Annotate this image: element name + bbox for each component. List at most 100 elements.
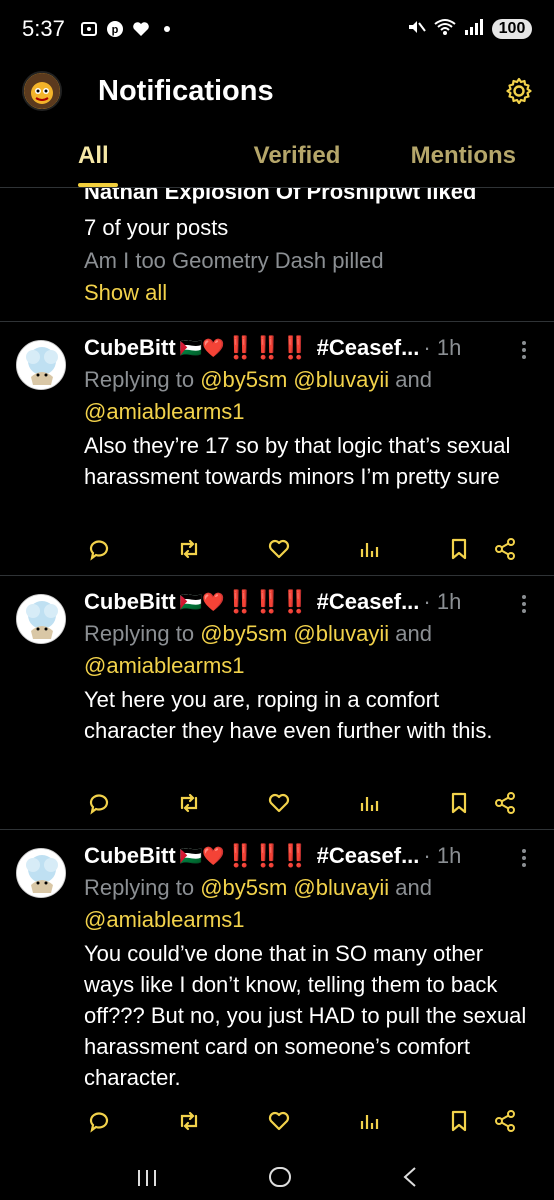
author-badges: ‼️‼️‼️ [226,843,309,868]
post-body: CubeBitt 🇵🇸❤️ ‼️‼️‼️ #Ceasef... · 1h Rep… [84,332,534,492]
tab-label: All [78,141,109,169]
status-bar: 5:37 p 100 [0,0,554,58]
heart-outline-icon [268,793,290,813]
post-body: CubeBitt 🇵🇸❤️ ‼️‼️‼️ #Ceasef... · 1h Rep… [84,840,534,1093]
reply-icon [89,794,109,815]
page-title: Notifications [98,74,274,107]
tab-all[interactable]: All [0,124,224,187]
share-button[interactable] [490,534,520,564]
post-item[interactable]: CubeBitt 🇵🇸❤️ ‼️‼️‼️ #Ceasef... · 1h Rep… [0,322,554,576]
mention-link[interactable]: @by5sm @bluvayii [200,367,389,392]
home-button[interactable] [268,1164,292,1195]
like-button[interactable] [264,1106,294,1136]
views-button[interactable] [354,534,384,564]
like-button[interactable] [264,534,294,564]
post-item[interactable]: CubeBitt 🇵🇸❤️ ‼️‼️‼️ #Ceasef... · 1h Rep… [0,830,554,1158]
author-flag: 🇵🇸❤️ [179,845,225,866]
mute-icon [406,17,426,42]
more-vertical-icon [522,849,526,867]
reply-button[interactable] [84,788,114,818]
replying-and: and [389,621,432,646]
replying-to-line2: @amiablearms1 [84,650,534,682]
more-options-button[interactable] [514,844,534,872]
analytics-icon [360,797,379,811]
author-name[interactable]: CubeBitt [84,335,176,361]
liked-notification[interactable]: Nathan Explosion Of Proshiptwt liked 7 o… [0,188,554,322]
post-header: CubeBitt 🇵🇸❤️ ‼️‼️‼️ #Ceasef... · 1h [84,332,534,364]
liked-preview: Am I too Geometry Dash pilled [84,248,384,273]
mention-link[interactable]: @by5sm @bluvayii [200,621,389,646]
author-flag: 🇵🇸❤️ [179,591,225,612]
share-icon [495,792,515,814]
reply-button[interactable] [84,1106,114,1136]
system-navigation-bar [0,1158,554,1200]
post-time: · 1h [423,335,462,360]
share-icon [495,538,515,560]
repost-button[interactable] [174,534,204,564]
repost-button[interactable] [174,1106,204,1136]
active-tab-indicator [78,183,118,187]
mention-link[interactable]: @amiablearms1 [84,907,245,932]
mention-link[interactable]: @amiablearms1 [84,399,245,424]
back-icon [403,1166,416,1187]
notification-feed[interactable]: Nathan Explosion Of Proshiptwt liked 7 o… [0,188,554,1158]
post-actions [84,788,530,818]
post-text: You could’ve done that in SO many other … [84,941,527,1090]
recent-apps-button[interactable] [136,1164,158,1195]
author-hashtag: #Ceasef... [316,335,420,360]
tab-verified[interactable]: Verified [224,124,370,187]
dot-icon [157,19,177,39]
bookmark-button[interactable] [444,1106,474,1136]
liked-title-partial: Nathan Explosion Of Proshiptwt liked [84,188,477,204]
repost-icon [180,793,198,813]
avatar[interactable] [22,71,62,111]
mention-link[interactable]: @by5sm @bluvayii [200,875,389,900]
replying-to: Replying to @by5sm @bluvayii and [84,872,534,904]
like-button[interactable] [264,788,294,818]
bookmark-button[interactable] [444,534,474,564]
notification-tabs: All Verified Mentions [0,124,554,188]
avatar[interactable] [16,594,66,644]
header: Notifications [0,58,554,124]
bookmark-button[interactable] [444,788,474,818]
signal-icon [464,18,484,41]
avatar[interactable] [16,848,66,898]
share-button[interactable] [490,788,520,818]
post-text: Yet here you are, roping in a comfort ch… [84,687,493,743]
more-vertical-icon [522,341,526,359]
more-options-button[interactable] [514,590,534,618]
bookmark-icon [451,538,467,560]
post-actions [84,1106,530,1136]
views-button[interactable] [354,1106,384,1136]
settings-button[interactable] [502,74,536,108]
svg-text:p: p [111,24,118,36]
mention-link[interactable]: @amiablearms1 [84,653,245,678]
repost-icon [180,1111,198,1131]
status-right: 100 [406,17,532,42]
tab-label: Verified [253,141,341,169]
reply-icon [89,540,109,561]
pinterest-icon: p [105,19,125,39]
post-header: CubeBitt 🇵🇸❤️ ‼️‼️‼️ #Ceasef... · 1h [84,586,534,618]
back-button[interactable] [402,1164,418,1195]
post-header: CubeBitt 🇵🇸❤️ ‼️‼️‼️ #Ceasef... · 1h [84,840,534,872]
post-text: Also they’re 17 so by that logic that’s … [84,433,511,489]
status-time: 5:37 [22,16,65,41]
replying-to-line2: @amiablearms1 [84,396,534,428]
author-name[interactable]: CubeBitt [84,589,176,615]
show-all-link[interactable]: Show all [84,280,554,306]
avatar[interactable] [16,340,66,390]
views-button[interactable] [354,788,384,818]
share-button[interactable] [490,1106,520,1136]
replying-prefix: Replying to [84,875,201,900]
reply-button[interactable] [84,534,114,564]
liked-title-count: 7 of your posts [84,215,229,240]
author-name[interactable]: CubeBitt [84,843,176,869]
post-item[interactable]: CubeBitt 🇵🇸❤️ ‼️‼️‼️ #Ceasef... · 1h Rep… [0,576,554,830]
more-options-button[interactable] [514,336,534,364]
replying-and: and [389,367,432,392]
screenshot-icon [79,19,99,39]
post-actions [84,534,530,564]
tab-mentions[interactable]: Mentions [370,124,554,187]
repost-button[interactable] [174,788,204,818]
